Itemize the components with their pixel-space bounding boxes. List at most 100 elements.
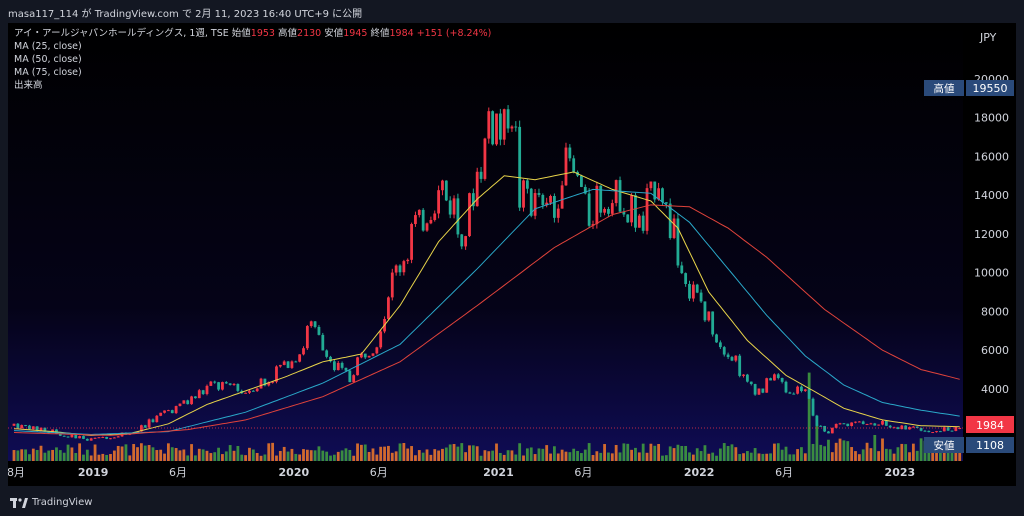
- candle-body: [294, 361, 298, 363]
- candle-body: [722, 347, 726, 355]
- candle-body: [441, 180, 444, 191]
- candle-body: [101, 436, 105, 438]
- volume-bar: [282, 446, 286, 461]
- candle-body: [332, 361, 336, 371]
- candle-body: [317, 326, 321, 335]
- low-badge-label: 安値: [934, 439, 955, 452]
- volume-bar: [294, 453, 298, 461]
- brand-name: TradingView: [32, 497, 93, 508]
- candle-body: [911, 426, 915, 428]
- volume-bar: [649, 443, 653, 461]
- candle-body: [661, 188, 664, 203]
- tradingview-brand[interactable]: TradingView: [10, 497, 92, 508]
- volume-bar: [437, 450, 440, 461]
- candle-body: [549, 195, 552, 203]
- candle-body: [464, 236, 468, 247]
- volume-bar: [881, 438, 884, 461]
- candle-body: [834, 423, 838, 428]
- volume-bar: [379, 446, 383, 461]
- volume-bar: [182, 449, 186, 461]
- candle-body: [823, 425, 826, 432]
- volume-bar: [815, 424, 819, 461]
- last-price-badge: 1984: [966, 416, 1014, 433]
- volume-bar: [873, 435, 877, 461]
- volume-bar: [475, 446, 479, 461]
- volume-bar: [263, 454, 267, 461]
- volume-bar: [869, 448, 873, 461]
- volume-bar: [62, 452, 66, 461]
- volume-bar: [116, 445, 120, 461]
- candle-body: [815, 415, 819, 426]
- volume-bar: [97, 454, 101, 461]
- candle-body: [282, 361, 286, 365]
- candle-body: [927, 430, 931, 433]
- volume-bar: [780, 449, 784, 461]
- candle-body: [614, 180, 618, 204]
- candle-body: [865, 424, 869, 426]
- volume-bar: [834, 442, 838, 461]
- volume-bar: [830, 452, 834, 461]
- legend-ma75[interactable]: MA (75, close): [14, 66, 491, 79]
- volume-bar: [533, 454, 537, 461]
- candle-body: [236, 383, 240, 391]
- candle-body: [12, 423, 16, 426]
- volume-bar: [78, 443, 82, 461]
- candle-body: [796, 386, 799, 394]
- candle-body: [487, 111, 491, 139]
- volume-bar: [387, 445, 390, 461]
- legend-volume[interactable]: 出来高: [14, 79, 491, 92]
- candle-body: [792, 393, 796, 395]
- candle-body: [97, 437, 101, 439]
- candle-body: [201, 390, 205, 394]
- volume-bar: [70, 447, 74, 461]
- candle-body: [278, 364, 282, 367]
- volume-bar: [645, 452, 649, 461]
- volume-bar: [491, 450, 495, 461]
- legend-ma25[interactable]: MA (25, close): [14, 40, 491, 53]
- symbol-name[interactable]: アイ・アールジャパンホールディングス, 1週, TSE: [14, 28, 229, 39]
- time-tick-label: 2019: [78, 466, 109, 479]
- candle-body: [842, 423, 846, 425]
- candle-body: [757, 388, 761, 395]
- candle-body: [553, 195, 556, 218]
- price-chart[interactable]: 2000400060008000100001200014000160001800…: [8, 23, 1016, 486]
- high-label: 高値: [278, 28, 298, 39]
- candle-body: [811, 398, 815, 416]
- legend-ma50[interactable]: MA (50, close): [14, 53, 491, 66]
- candle-body: [402, 261, 406, 273]
- candle-body: [78, 436, 82, 439]
- time-tick-label: 2021: [483, 466, 514, 479]
- volume-bar: [506, 450, 510, 461]
- volume-bar: [371, 448, 375, 461]
- volume-bar: [128, 455, 132, 461]
- candle-body: [109, 438, 112, 440]
- volume-bar: [572, 448, 576, 461]
- candle-body: [421, 209, 425, 231]
- volume-bar: [479, 455, 483, 461]
- volume-bar: [228, 445, 232, 461]
- volume-bar: [340, 450, 344, 461]
- volume-bar: [406, 448, 410, 461]
- candle-body: [170, 410, 174, 414]
- volume-bar: [190, 444, 193, 461]
- low-value: 1945: [343, 28, 368, 39]
- volume-bar: [854, 451, 857, 461]
- candle-body: [498, 113, 502, 140]
- legend-ohlc: アイ・アールジャパンホールディングス, 1週, TSE 始値1953 高値213…: [14, 27, 491, 40]
- candle-body: [746, 374, 749, 382]
- volume-bar: [147, 445, 151, 461]
- candle-body: [676, 218, 680, 266]
- volume-bar: [726, 446, 730, 461]
- candle-body: [830, 427, 834, 434]
- volume-bar: [803, 453, 807, 461]
- candle-body: [174, 406, 178, 414]
- volume-bar: [634, 447, 637, 461]
- volume-bar: [842, 440, 846, 461]
- volume-bar: [850, 447, 854, 461]
- candle-body: [298, 354, 302, 362]
- candle-body: [688, 283, 691, 299]
- time-tick-label: 6月: [775, 466, 793, 479]
- candle-body: [491, 111, 495, 145]
- volume-bar: [28, 454, 31, 461]
- candle-body: [664, 202, 668, 204]
